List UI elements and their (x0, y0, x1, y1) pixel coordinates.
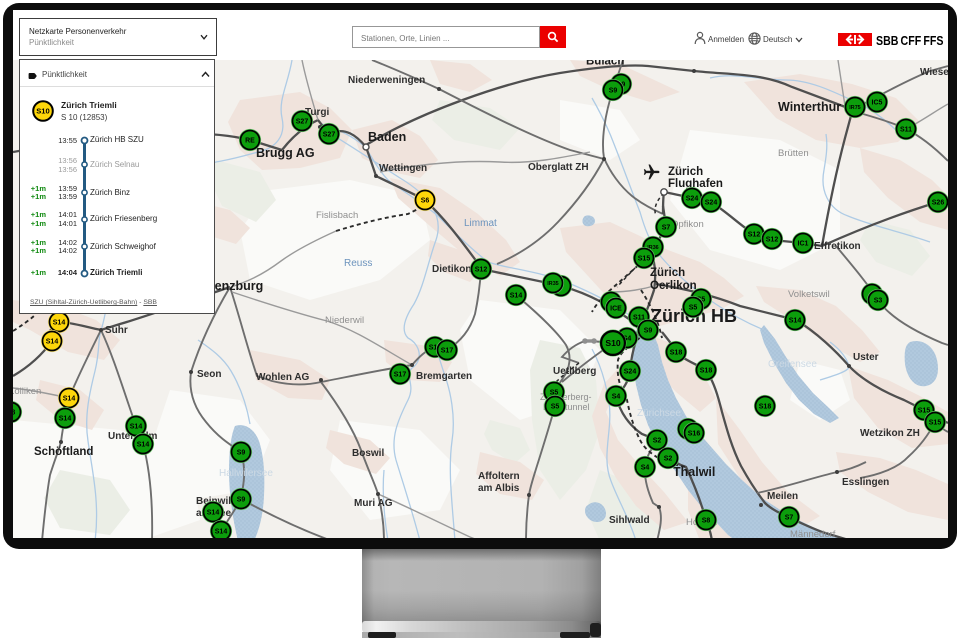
svg-text:S10: S10 (605, 338, 621, 348)
svg-text:S9: S9 (609, 88, 618, 95)
svg-text:ICE: ICE (610, 306, 622, 313)
svg-text:S9: S9 (237, 450, 246, 457)
svg-text:S4: S4 (612, 394, 621, 401)
svg-text:Wetzikon ZH: Wetzikon ZH (860, 428, 920, 439)
svg-text:S18: S18 (700, 368, 713, 375)
svg-text:Niederwil: Niederwil (325, 315, 364, 326)
svg-text:S2: S2 (664, 456, 673, 463)
svg-text:Niederweningen: Niederweningen (348, 75, 425, 86)
svg-text:Fislisbach: Fislisbach (316, 210, 358, 221)
svg-text:IC1: IC1 (798, 241, 809, 248)
svg-text:S18: S18 (759, 404, 772, 411)
svg-text:Oberglatt ZH: Oberglatt ZH (528, 162, 589, 173)
svg-text:IR75: IR75 (849, 105, 860, 111)
svg-text:S8: S8 (13, 410, 15, 417)
svg-text:S14: S14 (215, 529, 228, 536)
svg-text:Wohlen AG: Wohlen AG (256, 372, 310, 383)
svg-text:Uster: Uster (853, 352, 879, 363)
svg-text:Thalwil: Thalwil (673, 465, 715, 479)
svg-text:Zürich: Zürich (668, 166, 703, 178)
svg-text:Winterthur: Winterthur (778, 100, 841, 114)
svg-text:S24: S24 (686, 196, 699, 203)
svg-text:S24: S24 (624, 369, 637, 376)
svg-text:S15: S15 (638, 256, 651, 263)
svg-text:Boswil: Boswil (352, 448, 384, 459)
svg-text:S27: S27 (323, 132, 336, 139)
svg-text:S17: S17 (394, 372, 407, 379)
svg-text:S5: S5 (551, 404, 560, 411)
svg-text:Zürich: Zürich (650, 267, 685, 279)
svg-text:Hallwilersee: Hallwilersee (219, 468, 273, 479)
svg-text:Affoltern: Affoltern (478, 471, 520, 482)
svg-text:S6: S6 (421, 198, 430, 205)
svg-text:S7: S7 (662, 225, 671, 232)
svg-text:Muri AG: Muri AG (354, 498, 393, 509)
svg-text:S4: S4 (641, 465, 650, 472)
svg-text:Sihlwald: Sihlwald (609, 515, 650, 526)
svg-text:S9: S9 (237, 497, 246, 504)
svg-text:Wiesendangen: Wiesendangen (920, 67, 948, 78)
svg-text:S10: S10 (36, 106, 50, 115)
svg-text:Männedorf: Männedorf (790, 529, 836, 538)
svg-text:S14: S14 (207, 510, 220, 517)
svg-text:Lenzburg: Lenzburg (207, 279, 263, 293)
svg-text:S14: S14 (46, 339, 59, 346)
svg-text:S26: S26 (932, 200, 945, 207)
svg-text:Bremgarten: Bremgarten (416, 371, 472, 382)
svg-text:Meilen: Meilen (767, 491, 798, 502)
svg-text:S14: S14 (789, 318, 802, 325)
svg-text:S27: S27 (296, 119, 309, 126)
svg-text:Baden: Baden (368, 130, 406, 144)
svg-text:Zürichsee: Zürichsee (637, 408, 681, 419)
svg-text:S9: S9 (644, 328, 653, 335)
svg-text:Greifensee: Greifensee (768, 359, 817, 370)
svg-text:Uetliberg: Uetliberg (553, 366, 596, 377)
svg-text:Dietikon: Dietikon (432, 264, 471, 275)
svg-text:Brütten: Brütten (778, 148, 809, 159)
svg-text:S7: S7 (785, 515, 794, 522)
svg-text:Schöftland: Schöftland (34, 446, 93, 458)
svg-text:S15: S15 (929, 420, 942, 427)
svg-text:S14: S14 (137, 442, 150, 449)
svg-text:IR35: IR35 (547, 281, 558, 287)
svg-text:Esslingen: Esslingen (842, 477, 889, 488)
svg-text:Volketswil: Volketswil (788, 289, 830, 300)
svg-text:IC5: IC5 (872, 100, 883, 107)
svg-text:S11: S11 (900, 127, 912, 134)
svg-text:S3: S3 (874, 298, 883, 305)
svg-text:Reuss: Reuss (344, 258, 372, 269)
svg-text:S18: S18 (670, 350, 683, 357)
svg-text:S14: S14 (510, 293, 523, 300)
svg-text:S12: S12 (766, 237, 779, 244)
svg-text:S12: S12 (475, 267, 488, 274)
svg-text:Bülach: Bülach (586, 60, 624, 68)
svg-text:am Albis: am Albis (478, 483, 520, 494)
svg-text:Effretikon: Effretikon (814, 241, 861, 252)
svg-text:Suhr: Suhr (105, 325, 128, 336)
svg-text:S5: S5 (689, 305, 698, 312)
svg-text:Oerlikon: Oerlikon (650, 280, 697, 292)
svg-text:Wettingen: Wettingen (379, 163, 427, 174)
svg-text:S2: S2 (653, 438, 662, 445)
svg-text:RE: RE (245, 138, 255, 145)
svg-text:Seon: Seon (197, 369, 221, 380)
svg-text:Kölliken: Kölliken (13, 386, 41, 397)
svg-text:S16: S16 (688, 431, 701, 438)
svg-text:S12: S12 (748, 232, 761, 239)
svg-text:S14: S14 (63, 396, 76, 403)
svg-text:S24: S24 (705, 200, 718, 207)
svg-text:S8: S8 (702, 518, 711, 525)
svg-text:S14: S14 (59, 416, 72, 423)
svg-text:S17: S17 (441, 348, 454, 355)
svg-text:S14: S14 (53, 320, 66, 327)
svg-text:Limmat: Limmat (464, 218, 497, 229)
svg-text:S14: S14 (130, 424, 143, 431)
svg-text:Brugg AG: Brugg AG (256, 146, 315, 160)
